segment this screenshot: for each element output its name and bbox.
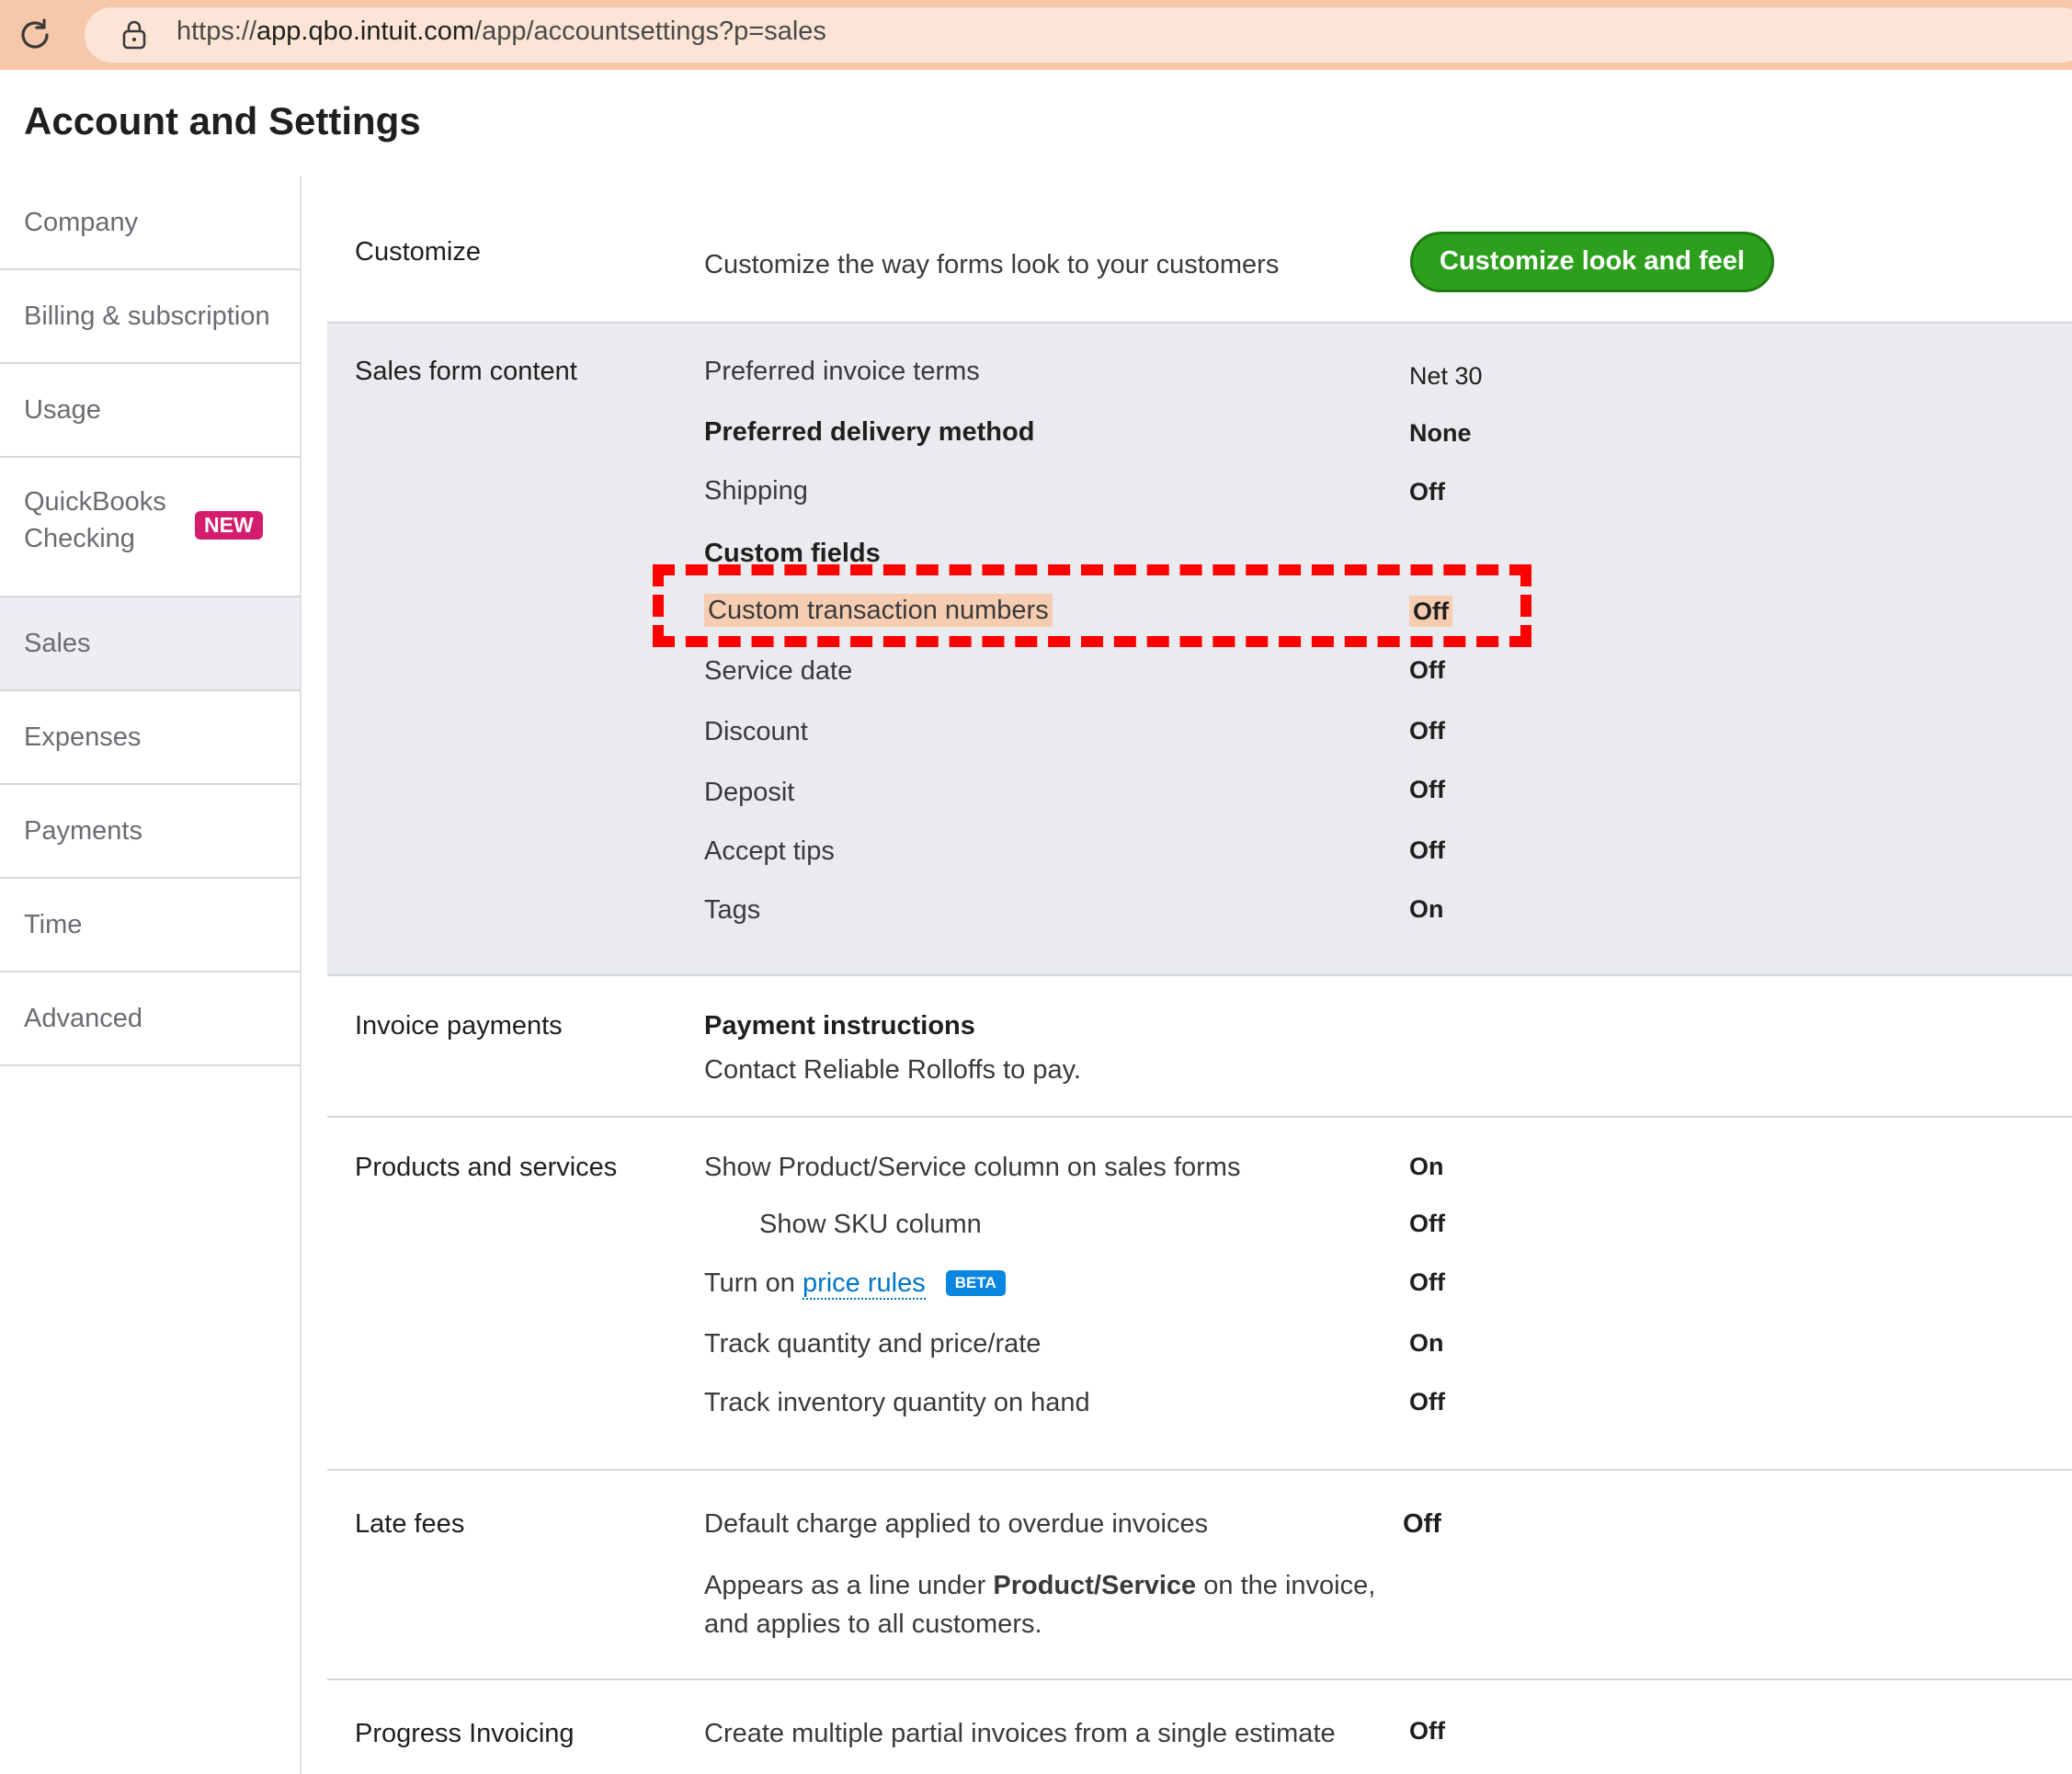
sidebar-item-label: Company xyxy=(24,208,139,237)
price-rules-link[interactable]: price rules xyxy=(802,1268,926,1300)
deposit-value: Off xyxy=(1409,776,1445,803)
progress-invoicing-value: Off xyxy=(1409,1717,1445,1745)
sidebar-item-label: Time xyxy=(24,910,83,939)
sidebar-item-label: Sales xyxy=(24,629,91,658)
section-sales-form-content[interactable]: Sales form content Preferred invoice ter… xyxy=(327,324,2072,976)
price-rules-value: Off xyxy=(1409,1268,1445,1296)
custom-transaction-numbers-label: Custom transaction numbers xyxy=(704,594,1053,627)
browser-address-bar: https://app.qbo.intuit.com/app/accountse… xyxy=(0,0,2072,70)
sidebar-item-advanced[interactable]: Advanced xyxy=(0,972,300,1066)
section-late-fees[interactable]: Late fees Default charge applied to over… xyxy=(327,1471,2072,1680)
late-fees-note-bold: Product/Service xyxy=(993,1571,1197,1600)
show-sku-column-label: Show SKU column xyxy=(759,1210,982,1239)
section-customize[interactable]: Customize Customize the way forms look t… xyxy=(327,176,2072,324)
sidebar-item-label: Billing & subscription xyxy=(24,301,270,331)
label-line-2: Checking xyxy=(24,524,135,553)
section-title: Progress Invoicing xyxy=(355,1719,575,1748)
sidebar-item-usage[interactable]: Usage xyxy=(0,364,300,458)
page-title: Account and Settings xyxy=(24,99,421,142)
track-quantity-price-label: Track quantity and price/rate xyxy=(704,1329,1042,1359)
late-fees-description: Default charge applied to overdue invoic… xyxy=(704,1509,1209,1539)
url-text[interactable]: https://app.qbo.intuit.com/app/accountse… xyxy=(176,17,826,47)
tags-value: On xyxy=(1409,895,1444,923)
service-date-label: Service date xyxy=(704,656,853,686)
reload-icon[interactable] xyxy=(17,17,53,53)
section-progress-invoicing[interactable]: Progress Invoicing Create multiple parti… xyxy=(327,1680,2072,1774)
lock-icon xyxy=(122,20,146,50)
preferred-delivery-method-label: Preferred delivery method xyxy=(704,417,1035,447)
new-badge: NEW xyxy=(195,511,263,540)
url-path: /app/accountsettings?p=sales xyxy=(474,17,826,46)
deposit-label: Deposit xyxy=(704,778,795,807)
payment-instructions-text: Contact Reliable Rolloffs to pay. xyxy=(704,1055,1081,1085)
sidebar-item-quickbooks-checking[interactable]: QuickBooks Checking NEW xyxy=(0,458,300,597)
section-title: Late fees xyxy=(355,1509,465,1539)
url-host: app.qbo.intuit.com xyxy=(256,17,475,46)
custom-transaction-numbers-highlight: Custom transaction numbers xyxy=(704,594,1053,627)
customize-look-and-feel-button[interactable]: Customize look and feel xyxy=(1410,232,1774,292)
preferred-delivery-method-value: None xyxy=(1409,419,1472,447)
sidebar-item-payments[interactable]: Payments xyxy=(0,785,300,879)
section-title: Sales form content xyxy=(355,357,577,386)
shipping-value: Off xyxy=(1409,478,1445,506)
track-inventory-label: Track inventory quantity on hand xyxy=(704,1388,1090,1417)
service-date-value: Off xyxy=(1409,656,1445,684)
progress-invoicing-description: Create multiple partial invoices from a … xyxy=(704,1719,1336,1748)
accept-tips-value: Off xyxy=(1409,836,1445,864)
show-product-service-column-value: On xyxy=(1409,1153,1444,1180)
discount-value: Off xyxy=(1409,717,1445,745)
section-products-and-services[interactable]: Products and services Show Product/Servi… xyxy=(327,1118,2072,1471)
late-fees-note-line2: and applies to all customers. xyxy=(704,1609,1042,1639)
settings-content: Customize Customize the way forms look t… xyxy=(327,176,2072,1774)
custom-transaction-numbers-value-highlight: Off xyxy=(1409,596,1452,627)
custom-transaction-numbers-value: Off xyxy=(1409,596,1452,627)
track-quantity-price-value: On xyxy=(1409,1329,1444,1357)
preferred-invoice-terms-value: Net 30 xyxy=(1409,362,1483,390)
price-rules-prefix: Turn on xyxy=(704,1268,795,1298)
preferred-invoice-terms-label: Preferred invoice terms xyxy=(704,357,980,386)
sidebar-item-label: Usage xyxy=(24,395,101,425)
section-title: Invoice payments xyxy=(355,1011,563,1041)
sidebar-item-label: QuickBooks Checking xyxy=(24,483,166,557)
late-fees-note-prefix: Appears as a line under xyxy=(704,1571,986,1600)
track-inventory-value: Off xyxy=(1409,1388,1445,1416)
late-fees-note-suffix: on the invoice, xyxy=(1203,1571,1376,1600)
settings-sidebar: Company Billing & subscription Usage Qui… xyxy=(0,176,302,1774)
beta-badge: BETA xyxy=(945,1270,1006,1296)
url-scheme: https:// xyxy=(176,17,257,46)
sidebar-item-label: Payments xyxy=(24,816,142,846)
sidebar-item-company[interactable]: Company xyxy=(0,176,300,270)
sidebar-item-expenses[interactable]: Expenses xyxy=(0,691,300,785)
sidebar-item-label: Expenses xyxy=(24,722,142,752)
sidebar-item-sales[interactable]: Sales xyxy=(0,597,300,691)
section-invoice-payments[interactable]: Invoice payments Payment instructions Co… xyxy=(327,976,2072,1118)
label-line-1: QuickBooks xyxy=(24,487,166,517)
customize-description: Customize the way forms look to your cus… xyxy=(704,250,1280,279)
tags-label: Tags xyxy=(704,895,761,925)
payment-instructions-heading: Payment instructions xyxy=(704,1011,975,1041)
custom-fields-label: Custom fields xyxy=(704,539,881,568)
show-product-service-column-label: Show Product/Service column on sales for… xyxy=(704,1153,1241,1182)
show-sku-column-value: Off xyxy=(1409,1210,1445,1237)
sidebar-item-label: Advanced xyxy=(24,1004,142,1033)
late-fees-note: Appears as a line under Product/Service … xyxy=(704,1566,1375,1643)
section-title: Customize xyxy=(355,237,481,267)
shipping-label: Shipping xyxy=(704,476,808,506)
discount-label: Discount xyxy=(704,717,808,746)
sidebar-item-billing[interactable]: Billing & subscription xyxy=(0,270,300,364)
section-title: Products and services xyxy=(355,1153,618,1182)
price-rules-label: Turn on price rules BETA xyxy=(704,1268,1006,1300)
accept-tips-label: Accept tips xyxy=(704,836,835,866)
sidebar-item-time[interactable]: Time xyxy=(0,879,300,972)
late-fees-value: Off xyxy=(1403,1509,1441,1539)
